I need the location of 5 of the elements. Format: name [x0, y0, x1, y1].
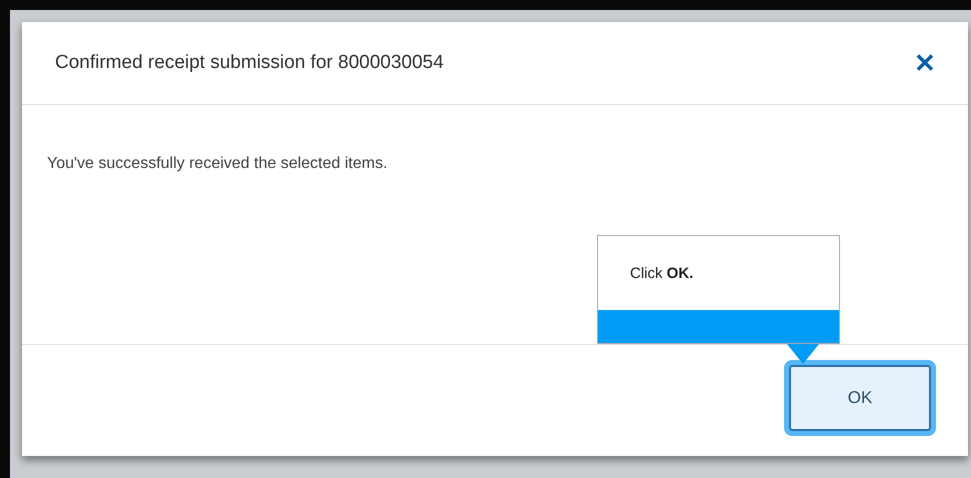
tooltip-text: Click OK. [629, 264, 694, 284]
message-text: You've successfully received the selected items. [47, 155, 388, 172]
pointer-icon [787, 344, 819, 364]
dialog-title: Confirmed receipt submission for 8000030054 [55, 52, 444, 74]
close-button[interactable]: ✕ [910, 48, 940, 78]
